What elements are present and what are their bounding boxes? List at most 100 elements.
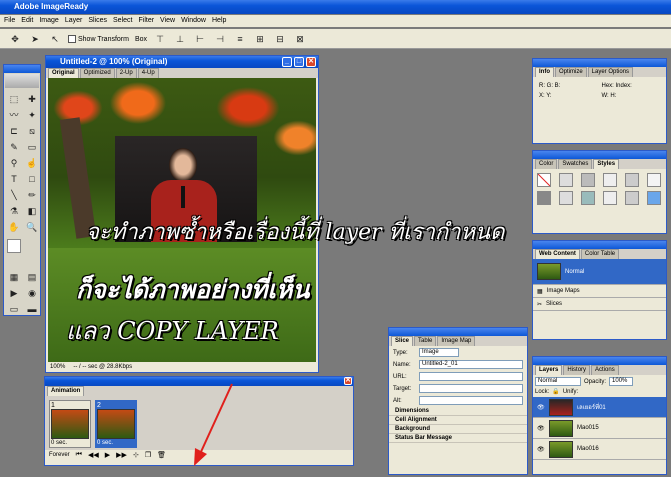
menu-view[interactable]: View: [160, 15, 175, 27]
tab-info[interactable]: Info: [535, 67, 554, 77]
eye-icon[interactable]: 👁: [537, 404, 545, 411]
image-maps-row[interactable]: ▦ Image Maps: [533, 285, 666, 298]
section-dimensions[interactable]: Dimensions: [389, 407, 527, 416]
bucket-tool-icon[interactable]: ◧: [25, 204, 39, 218]
distribute-icon[interactable]: ⊟: [273, 32, 287, 46]
lasso-tool-icon[interactable]: 〰: [7, 108, 21, 122]
close-button[interactable]: ✕: [306, 57, 316, 67]
style-swatch[interactable]: [581, 173, 595, 187]
menu-layer[interactable]: Layer: [65, 15, 83, 27]
tab-layer-options[interactable]: Layer Options: [587, 67, 634, 77]
show-transform-checkbox[interactable]: Show Transform: [68, 35, 129, 43]
alt-input[interactable]: [419, 396, 523, 405]
style-swatch[interactable]: [581, 191, 595, 205]
slice-tool-icon[interactable]: ⧅: [25, 124, 39, 138]
tab-color[interactable]: Color: [535, 159, 558, 169]
close-button[interactable]: ✕: [344, 377, 352, 385]
tab-optimize[interactable]: Optimize: [555, 67, 587, 77]
menu-file[interactable]: File: [4, 15, 15, 27]
tab-color-table[interactable]: Color Table: [580, 249, 620, 259]
tab-layers[interactable]: Layers: [535, 365, 563, 375]
url-input[interactable]: [419, 372, 523, 381]
crop-tool-icon[interactable]: ⊏: [7, 124, 21, 138]
style-swatch[interactable]: [537, 191, 551, 205]
align-icon[interactable]: ⊢: [193, 32, 207, 46]
layer-row[interactable]: 👁 Mao016: [533, 439, 666, 460]
type-select[interactable]: Image: [419, 348, 459, 357]
zoom-tool-icon[interactable]: 🔍: [25, 220, 39, 234]
minimize-button[interactable]: _: [282, 57, 292, 67]
toggle-slices-icon[interactable]: ▦: [7, 270, 21, 284]
menu-slices[interactable]: Slices: [88, 15, 107, 27]
eye-icon[interactable]: 👁: [537, 425, 545, 432]
hand-tool-icon[interactable]: ✋: [7, 220, 21, 234]
align-icon[interactable]: ⊣: [213, 32, 227, 46]
move-tool-icon[interactable]: ✚: [25, 92, 39, 106]
style-swatch-none[interactable]: [537, 173, 551, 187]
layer-row[interactable]: 👁 Mao015: [533, 418, 666, 439]
delete-frame-icon[interactable]: 🗑: [157, 451, 166, 459]
next-frame-icon[interactable]: ▶▶: [116, 451, 127, 459]
tab-web-content[interactable]: Web Content: [535, 249, 580, 259]
screen-mode-icon[interactable]: ▭: [7, 302, 21, 315]
menu-select[interactable]: Select: [113, 15, 132, 27]
eyedropper-tool-icon[interactable]: ⚗: [7, 204, 21, 218]
image-map-icon[interactable]: ▤: [25, 270, 39, 284]
tab-actions[interactable]: Actions: [591, 365, 619, 375]
tab-animation[interactable]: Animation: [47, 386, 85, 396]
animation-frame-1[interactable]: 1 0 sec.: [49, 400, 91, 448]
name-input[interactable]: Untitled-2_01: [419, 360, 523, 369]
smudge-tool-icon[interactable]: ☝: [25, 156, 39, 170]
eraser-tool-icon[interactable]: ▭: [25, 140, 39, 154]
move-tool-icon[interactable]: ✥: [8, 32, 22, 46]
align-icon[interactable]: ⊥: [173, 32, 187, 46]
brush-tool-icon[interactable]: ✎: [7, 140, 21, 154]
frame-delay[interactable]: 0 sec.: [51, 440, 67, 446]
tab-original[interactable]: Original: [48, 68, 79, 78]
tab-swatches[interactable]: Swatches: [558, 159, 593, 169]
pencil-tool-icon[interactable]: ✏: [25, 188, 39, 202]
distribute-icon[interactable]: ≡: [233, 32, 247, 46]
wand-tool-icon[interactable]: ✦: [25, 108, 39, 122]
menu-edit[interactable]: Edit: [21, 15, 33, 27]
stamp-tool-icon[interactable]: ⚲: [7, 156, 21, 170]
web-content-normal-row[interactable]: Normal: [533, 259, 666, 285]
style-swatch[interactable]: [647, 173, 661, 187]
opacity-input[interactable]: 100%: [609, 377, 634, 386]
slices-row[interactable]: ✂ Slices: [533, 298, 666, 311]
screen-mode-icon[interactable]: ▬: [25, 302, 39, 315]
menu-image[interactable]: Image: [39, 15, 58, 27]
tab-4up[interactable]: 4-Up: [137, 68, 159, 78]
loop-select[interactable]: Forever: [49, 452, 70, 458]
marquee-tool-icon[interactable]: ⬚: [7, 92, 21, 106]
style-swatch[interactable]: [625, 173, 639, 187]
menu-help[interactable]: Help: [212, 15, 226, 27]
lock-icon[interactable]: 🔒: [552, 388, 559, 395]
section-status-bar-message[interactable]: Status Bar Message: [389, 434, 527, 443]
tab-styles[interactable]: Styles: [593, 159, 620, 169]
duplicate-frame-icon[interactable]: ❐: [145, 451, 151, 459]
align-icon[interactable]: ⊤: [153, 32, 167, 46]
foreground-color-swatch[interactable]: [7, 239, 21, 253]
tab-history[interactable]: History: [563, 365, 591, 375]
eye-icon[interactable]: 👁: [537, 446, 545, 453]
zoom-level[interactable]: 100%: [50, 364, 65, 370]
style-swatch[interactable]: [559, 173, 573, 187]
arrow-icon[interactable]: ➤: [28, 32, 42, 46]
tween-icon[interactable]: ⊹: [133, 451, 139, 459]
maximize-button[interactable]: □: [294, 57, 304, 67]
tab-optimized[interactable]: Optimized: [79, 68, 115, 78]
menu-filter[interactable]: Filter: [138, 15, 154, 27]
section-background[interactable]: Background: [389, 425, 527, 434]
tab-table[interactable]: Table: [414, 336, 437, 346]
first-frame-icon[interactable]: ⏮: [76, 451, 82, 459]
style-swatch[interactable]: [603, 173, 617, 187]
distribute-icon[interactable]: ⊞: [253, 32, 267, 46]
preview-icon[interactable]: ▶: [7, 286, 21, 300]
distribute-icon[interactable]: ⊠: [293, 32, 307, 46]
blend-mode-select[interactable]: Normal: [535, 377, 581, 386]
menu-window[interactable]: Window: [181, 15, 206, 27]
animation-frame-2[interactable]: 2 0 sec.: [95, 400, 137, 448]
browser-icon[interactable]: ◉: [25, 286, 39, 300]
play-icon[interactable]: ▶: [105, 451, 110, 459]
